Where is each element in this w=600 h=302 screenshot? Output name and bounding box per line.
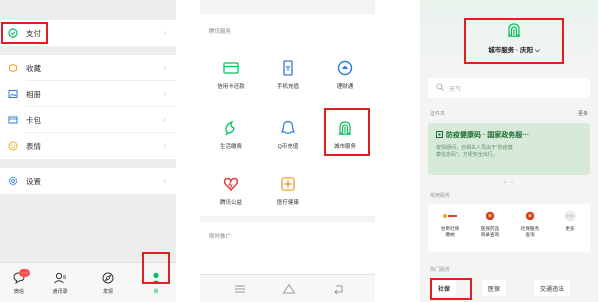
- common-item-medical-catalog[interactable]: 医保药品 目录查询: [470, 210, 510, 238]
- home-icon[interactable]: [282, 282, 296, 300]
- service-phone-topup[interactable]: 手机充值: [260, 60, 316, 90]
- me-page: 支付 › 收藏 › 相册 › 卡包 › 表情 › 设置 › ··· 微信 通讯录…: [0, 0, 176, 302]
- service-label: 信用卡还款: [217, 84, 245, 90]
- chevron-right-icon: ›: [163, 89, 166, 98]
- section-title: 腾讯服务: [209, 29, 232, 35]
- service-medical[interactable]: 医疗健康: [260, 176, 316, 206]
- menu-group-main: 收藏 › 相册 › 卡包 › 表情 ›: [0, 55, 176, 159]
- tab-chats[interactable]: ··· 微信: [4, 269, 34, 295]
- chevron-right-icon: ›: [163, 115, 166, 124]
- search-placeholder: 天气: [449, 86, 462, 93]
- tab-label: 发现: [102, 289, 113, 295]
- wealth-icon: [317, 60, 373, 76]
- health-code-title: 防疫健康码 · 国家政务服···: [436, 130, 582, 140]
- service-wealth[interactable]: 理财通: [317, 60, 373, 90]
- utility-icon: [203, 120, 259, 136]
- favorites-icon: [8, 63, 18, 73]
- contacts-icon: [45, 271, 75, 285]
- settings-icon: [8, 176, 18, 186]
- search-icon: [436, 83, 444, 93]
- menu-item-label: 表情: [26, 141, 41, 151]
- charity-icon: [203, 176, 259, 192]
- chevron-right-icon: ›: [163, 28, 166, 37]
- chevron-right-icon: ›: [163, 176, 166, 185]
- service-label: 腾讯公益: [219, 200, 242, 206]
- tab-label: 微信: [13, 289, 24, 295]
- credit-card-icon: [203, 60, 259, 76]
- service-charity[interactable]: 腾讯公益: [203, 176, 259, 206]
- search-input[interactable]: 天气: [428, 78, 590, 98]
- hot-item-medical[interactable]: 医保: [482, 278, 507, 298]
- service-label: 理财通: [336, 84, 354, 90]
- service-label: 手机充值: [276, 84, 299, 90]
- highlight-city-title: [464, 18, 564, 64]
- qcoin-icon: [260, 120, 316, 136]
- compass-icon: [93, 271, 123, 285]
- menu-item-label: 设置: [26, 176, 41, 186]
- common-item-label: 社保服务 查询: [520, 226, 540, 237]
- service-label: 生活缴费: [219, 144, 242, 150]
- common-item-label: 甘肃社保 缴纳: [440, 226, 460, 237]
- health-code-desc: 疫情期间，自相关人员由于"防疫健 康信息码"，方便安全出行。: [436, 145, 513, 158]
- unread-badge: ···: [19, 269, 30, 277]
- common-services: 甘肃社保 缴纳 医保药品 目录查询 社保服务 查询 更多: [428, 204, 590, 252]
- menu-item-album[interactable]: 相册 ›: [0, 81, 176, 107]
- highlight-me-tab: [142, 252, 170, 284]
- more-link[interactable]: 更多: [578, 110, 588, 117]
- menu-item-stickers[interactable]: 表情 ›: [0, 133, 176, 159]
- service-qcoin[interactable]: Q币充值: [260, 120, 316, 150]
- promo-card: 限时推广: [200, 222, 375, 274]
- more-dots-icon: [550, 210, 590, 222]
- common-item-social-insurance[interactable]: 甘肃社保 缴纳: [430, 210, 470, 238]
- service-credit-card[interactable]: 信用卡还款: [203, 60, 259, 90]
- tab-label: 我: [153, 289, 159, 295]
- hot-item-traffic[interactable]: 交通违法: [534, 278, 571, 298]
- common-item-label: 医保药品 目录查询: [480, 226, 500, 237]
- health-code-card[interactable]: 防疫健康码 · 国家政务服··· 疫情期间，自相关人员由于"防疫健 康信息码"，…: [428, 123, 590, 175]
- common-item-more[interactable]: 更多: [550, 210, 590, 232]
- highlight-pay: [1, 22, 48, 44]
- stickers-icon: [8, 141, 18, 151]
- service-label: Q币充值: [277, 144, 299, 150]
- menu-icon[interactable]: [234, 282, 246, 300]
- menu-item-label: 卡包: [26, 115, 41, 125]
- menu-item-label: 收藏: [26, 63, 41, 73]
- phone-topup-icon: [260, 60, 316, 76]
- highlight-city-service: [324, 108, 370, 156]
- menu-item-settings[interactable]: 设置 ›: [0, 168, 176, 194]
- service-label: 医疗健康: [276, 200, 299, 206]
- city-services-page: 城市服务 · 庆阳 ⌵ 天气 证件夹 更多 防疫健康码 · 国家政务服··· 疫…: [420, 0, 598, 302]
- chevron-right-icon: ›: [163, 63, 166, 72]
- emblem-icon: [470, 210, 510, 222]
- chevron-right-icon: ›: [163, 141, 166, 150]
- common-section-label: 常用服务: [430, 193, 451, 199]
- back-icon[interactable]: [333, 282, 345, 300]
- cert-section-label: 证件夹: [430, 111, 446, 117]
- services-page: 腾讯服务 信用卡还款 手机充值 理财通 生活缴费 Q币充值 城市服务 腾讯公益 …: [200, 0, 375, 302]
- system-nav-bar: [200, 274, 375, 302]
- emblem-icon: [510, 210, 550, 222]
- highlight-social: [430, 278, 472, 300]
- section-title: 限时推广: [209, 234, 232, 240]
- tab-discover[interactable]: 发现: [93, 271, 123, 295]
- hot-section-label: 热门服务: [430, 267, 451, 273]
- card-wallet-icon: [8, 115, 18, 125]
- common-item-social-service[interactable]: 社保服务 查询: [510, 210, 550, 238]
- menu-item-card-wallet[interactable]: 卡包 ›: [0, 107, 176, 133]
- service-utility[interactable]: 生活缴费: [203, 120, 259, 150]
- qr-code-icon: [436, 131, 443, 140]
- album-icon: [8, 89, 18, 99]
- menu-group-settings: 设置 ›: [0, 168, 176, 194]
- common-item-label: 更多: [565, 226, 575, 231]
- gansu-logo-icon: [430, 210, 470, 222]
- tab-contacts[interactable]: 通讯录: [45, 271, 75, 295]
- carousel-dots: • •: [504, 180, 515, 186]
- medical-icon: [260, 176, 316, 192]
- menu-item-label: 相册: [26, 89, 41, 99]
- menu-item-favorites[interactable]: 收藏 ›: [0, 55, 176, 81]
- tab-label: 通讯录: [52, 289, 68, 295]
